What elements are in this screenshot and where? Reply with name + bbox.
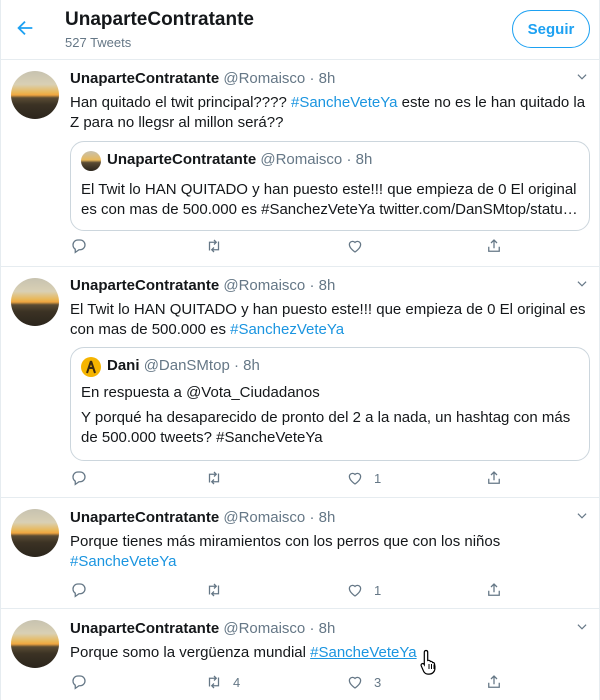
like-button[interactable] [346,235,374,257]
page-title: UnaparteContratante [65,9,254,30]
avatar [81,357,101,377]
share-icon [488,471,500,484]
heart-icon [348,584,362,597]
tweet-actions: 4 3 [70,671,510,693]
reply-icon [72,583,86,598]
quoted-tweet[interactable]: Dani @DanSMtop · 8h En respuesta a @Vota… [70,347,590,461]
chevron-down-icon[interactable] [575,620,589,634]
author-handle: @Romaisco [223,620,306,637]
author-handle: @Romaisco [223,509,306,526]
retweet-count: 4 [233,674,241,690]
author-name[interactable]: UnaparteContratante [70,620,219,637]
chevron-down-icon[interactable] [575,509,589,523]
avatar [81,151,101,171]
hashtag-link[interactable]: #SancheVeteYa [70,553,176,570]
chevron-down-icon[interactable] [575,277,589,291]
tweet[interactable]: UnaparteContratante @Romaisco · 8h Porqu… [1,499,599,609]
share-icon [488,583,500,596]
chevron-down-icon[interactable] [575,70,589,84]
heart-icon [348,676,362,689]
author-handle: @Romaisco [223,70,306,87]
like-count: 1 [374,470,382,486]
retweet-icon [208,239,220,253]
hand-pointer-icon [420,649,436,675]
quoted-tweet[interactable]: UnaparteContratante @Romaisco · 8h El Tw… [70,141,590,231]
reply-icon [72,471,86,486]
tweet-header: UnaparteContratante @Romaisco · 8h [70,509,335,526]
share-icon [488,675,500,688]
profile-header: UnaparteContratante 527 Tweets Seguir [1,0,599,60]
tweet-text: Porque somo la vergüenza mundial #Sanche… [70,644,417,661]
tweet-header: UnaparteContratante @Romaisco · 8h [70,277,335,294]
hashtag-link[interactable]: #SancheVeteYa [310,644,416,661]
like-count: 1 [374,582,382,598]
like-button[interactable]: 1 [346,467,381,489]
hashtag-link[interactable]: #SancheVeteYa [291,94,397,111]
reply-button[interactable] [70,467,98,489]
avatar[interactable] [11,509,59,557]
author-handle: @Romaisco [223,277,306,294]
retweet-icon [208,583,220,597]
reply-button[interactable] [70,671,98,693]
follow-button[interactable]: Seguir [512,10,590,48]
quoted-tweet-text: El Twit lo HAN QUITADO y han puesto este… [81,181,578,218]
retweet-button[interactable] [205,235,233,257]
tweet-count: 527 Tweets [65,35,132,50]
share-button[interactable] [485,579,503,601]
tweet-actions: 1 [70,467,510,489]
reply-button[interactable] [70,579,98,601]
tweet-actions [70,235,510,257]
hashtag-link[interactable]: #SanchezVeteYa [230,321,344,338]
author-name[interactable]: UnaparteContratante [70,509,219,526]
heart-icon [348,472,362,485]
like-button[interactable]: 3 [346,671,381,693]
retweet-icon [208,675,220,689]
retweet-icon [208,471,220,485]
quoted-tweet-header: UnaparteContratante @Romaisco · 8h [107,151,373,168]
arrow-left-icon[interactable] [11,14,39,42]
share-icon [488,239,500,252]
tweet-header: UnaparteContratante @Romaisco · 8h [70,620,335,637]
reply-icon [72,675,86,690]
heart-icon [348,240,362,253]
share-button[interactable] [485,671,503,693]
tweet-time[interactable]: · 8h [309,70,335,87]
tweet-time[interactable]: · 8h [309,620,335,637]
avatar[interactable] [11,620,59,668]
share-button[interactable] [485,467,503,489]
retweet-button[interactable] [205,579,233,601]
like-count: 3 [374,674,382,690]
tweet-text: El Twit lo HAN QUITADO y han puesto este… [70,301,586,338]
author-name[interactable]: UnaparteContratante [70,70,219,87]
tweet-header: UnaparteContratante @Romaisco · 8h [70,70,335,87]
tweet-time[interactable]: · 8h [309,277,335,294]
tweet-text: Han quitado el twit principal???? #Sanch… [70,94,586,131]
reply-button[interactable] [70,235,98,257]
tweet-actions: 1 [70,579,510,601]
profile-timeline: UnaparteContratante 527 Tweets Seguir Un… [0,0,600,700]
tweet[interactable]: UnaparteContratante @Romaisco · 8h Porqu… [1,610,599,700]
avatar[interactable] [11,71,59,119]
retweet-button[interactable] [205,467,233,489]
quoted-tweet-text: Y porqué ha desaparecido de pronto del 2… [81,409,571,446]
tweet-text: Porque tienes más miramientos con los pe… [70,533,501,570]
quoted-tweet-header: Dani @DanSMtop · 8h [107,357,260,374]
tweet-time[interactable]: · 8h [309,509,335,526]
tweet[interactable]: UnaparteContratante @Romaisco · 8h Han q… [1,61,599,267]
reply-icon [72,239,86,254]
share-button[interactable] [485,235,503,257]
avatar[interactable] [11,278,59,326]
tweet[interactable]: UnaparteContratante @Romaisco · 8h El Tw… [1,268,599,498]
like-button[interactable]: 1 [346,579,381,601]
reply-context: En respuesta a @Vota_Ciudadanos [81,384,320,401]
retweet-button[interactable]: 4 [205,671,240,693]
author-name[interactable]: UnaparteContratante [70,277,219,294]
